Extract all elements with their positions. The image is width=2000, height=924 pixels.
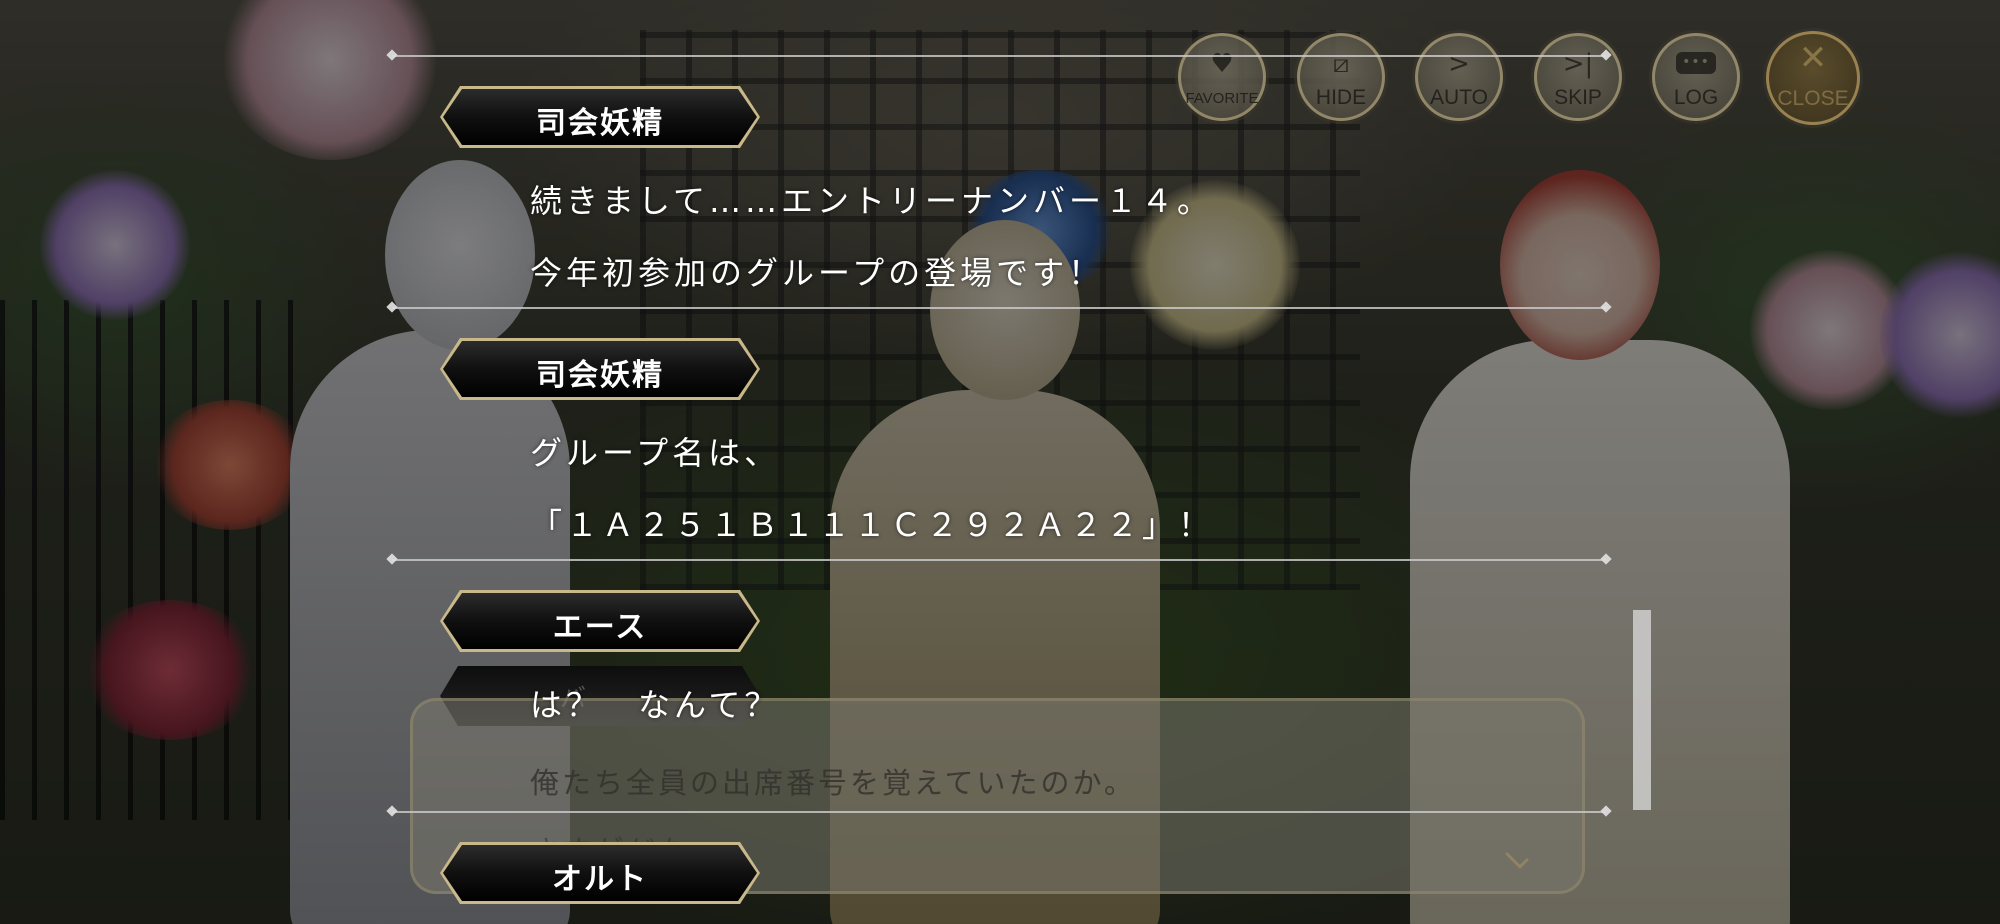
close-button[interactable]: ✕ CLOSE <box>1766 31 1860 125</box>
log-button[interactable]: LOG <box>1652 33 1740 121</box>
favorite-label: FAVORITE <box>1185 90 1259 107</box>
log-speaker-name: 司会妖精 <box>536 106 664 141</box>
log-label: LOG <box>1673 86 1719 109</box>
log-line: 「１Ａ２５１Ｂ１１１Ｃ２９２Ａ２２」！ <box>530 506 1215 544</box>
log-speaker-plate: オルト <box>440 842 760 904</box>
log-line: 今年初参加のグループの登場です！ <box>530 254 1105 292</box>
log-speaker-name: エース <box>552 610 648 645</box>
close-label: CLOSE <box>1777 87 1849 110</box>
skip-label: SKIP <box>1554 86 1602 109</box>
hide-button[interactable]: ⧄ HIDE <box>1297 33 1385 121</box>
log-separator <box>392 811 1606 813</box>
speech-bubble-icon <box>1655 48 1737 78</box>
message-line-1: 俺たち全員の出席番号を覚えていたのか。 <box>530 766 1136 800</box>
log-speaker-name: 司会妖精 <box>536 358 664 393</box>
log-speaker-plate: 司会妖精 <box>440 86 760 148</box>
log-separator <box>392 55 1606 57</box>
hide-label: HIDE <box>1315 86 1367 109</box>
favorite-button[interactable]: ♥ FAVORITE <box>1178 33 1266 121</box>
game-screen: バ 俺たち全員の出席番号を覚えていたのか。 さすがだな。 ♥ FAVORITE … <box>0 0 2000 924</box>
log-line: は？ なんて？ <box>530 686 781 724</box>
close-icon: ✕ <box>1798 38 1828 78</box>
log-speaker-name: オルト <box>552 862 648 897</box>
log-separator <box>392 559 1606 561</box>
log-line: 続きまして……エントリーナンバー１４。 <box>530 182 1214 220</box>
skip-button[interactable]: >| SKIP <box>1534 33 1622 121</box>
auto-button[interactable]: > AUTO <box>1415 33 1503 121</box>
log-scrollbar[interactable] <box>1633 610 1651 810</box>
log-speaker-plate: 司会妖精 <box>440 338 760 400</box>
log-speaker-plate: エース <box>440 590 760 652</box>
log-separator <box>392 307 1606 309</box>
auto-label: AUTO <box>1430 86 1488 109</box>
log-line: グループ名は、 <box>530 434 781 472</box>
